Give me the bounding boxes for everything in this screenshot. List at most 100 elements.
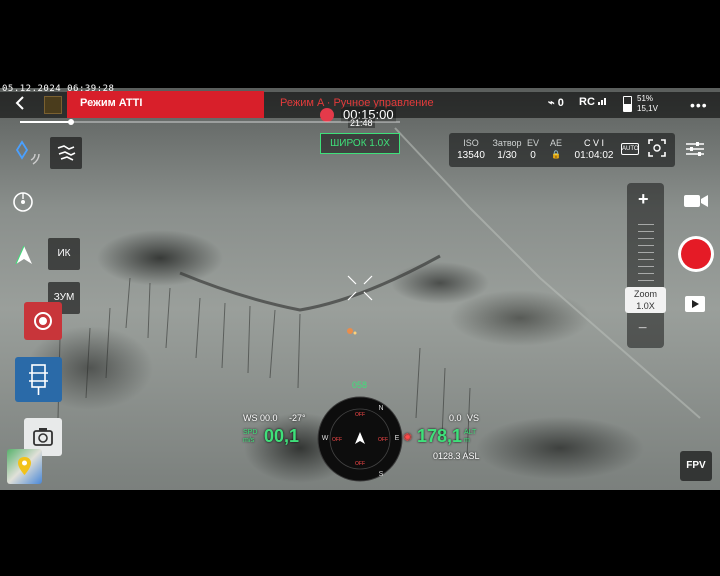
shutter-label: Затвор — [492, 138, 522, 148]
vertical-speed-value: 0.0 — [449, 413, 462, 423]
drone-camera-screen: 05.12.2024 06:39:28 Режим ATTI Режим A ·… — [0, 0, 720, 576]
iso-value: 13540 — [457, 150, 485, 161]
gps-count: 0 — [557, 97, 564, 109]
compass-s-label: S — [379, 471, 384, 478]
sliders-icon — [686, 142, 704, 156]
altitude-value: 178,1 — [417, 426, 463, 446]
zoom-tick — [638, 245, 654, 246]
ae-lock-setting[interactable]: AE 🔒 — [547, 138, 565, 159]
ev-label: EV — [526, 138, 539, 148]
center-crosshair-icon — [347, 275, 373, 301]
auto-mode-icon[interactable]: AUTO — [621, 143, 639, 155]
play-icon — [685, 296, 705, 312]
aircraft-status-chip[interactable] — [44, 96, 62, 114]
map-sync-button[interactable] — [13, 140, 41, 173]
progress-knob[interactable] — [68, 119, 74, 125]
altitude-unit-label: ALT m — [464, 429, 476, 445]
ir-mode-button[interactable]: ИК — [48, 238, 80, 270]
compass-n-label: N — [378, 405, 383, 412]
speed-unit-label: SPD m/s — [243, 429, 257, 445]
horizontal-speed-value: 00,1 — [264, 426, 300, 446]
wind-speed: WS 00.0 — [243, 413, 278, 423]
gimbal-mode-button[interactable] — [50, 137, 82, 169]
zoom-tick — [638, 231, 654, 232]
spd-label: SPD — [243, 429, 258, 436]
altitude-warning-icon: ✺ — [403, 432, 413, 444]
camera-settings-button[interactable] — [684, 140, 706, 163]
iso-label: ISO — [463, 138, 479, 148]
obstacle-off-bottom: OFF — [355, 461, 365, 467]
wind-direction: -27° — [289, 413, 306, 423]
focus-mode-button[interactable] — [647, 138, 667, 163]
record-toggle-button[interactable] — [24, 302, 62, 340]
progress-track — [20, 121, 400, 123]
storage-status[interactable]: C V I 01:04:02 — [569, 138, 619, 161]
iso-setting[interactable]: ISO 13540 — [455, 138, 487, 161]
recording-indicator-icon — [320, 108, 334, 122]
takeoff-land-button[interactable] — [15, 357, 62, 402]
recording-remaining: 21:48 — [348, 118, 375, 128]
ev-value: 0 — [530, 150, 536, 161]
zoom-tick — [638, 224, 654, 225]
map-thumbnail-button[interactable] — [7, 449, 42, 484]
zoom-tick — [638, 266, 654, 267]
zoom-tick — [638, 238, 654, 239]
battery-voltage: 15,1V — [637, 104, 658, 113]
focus-frame-icon — [648, 139, 666, 157]
landing-icon — [29, 364, 48, 395]
video-mode-button[interactable] — [683, 192, 709, 215]
zoom-label: Zoom — [633, 289, 657, 299]
gps-status[interactable]: ⌁ 0 — [548, 96, 564, 109]
storage-label: C V I — [583, 138, 604, 148]
heading-readout: 058 — [352, 380, 368, 390]
zoom-tick — [638, 273, 654, 274]
ev-setting[interactable]: EV 0 — [525, 138, 541, 161]
navigation-arrow-icon — [15, 245, 32, 265]
record-button-icon[interactable] — [681, 239, 711, 269]
compass-w-label: W — [322, 435, 329, 442]
flight-mode-label: Режим ATTI — [80, 97, 143, 109]
zoom-level-indicator[interactable]: Zoom 1.0X — [625, 287, 666, 313]
shutter-value: 1/30 — [497, 150, 517, 161]
zoom-out-button[interactable]: − — [638, 320, 647, 338]
more-menu-button[interactable]: ••• — [690, 97, 708, 113]
zoom-value: 1.0X — [636, 301, 655, 311]
shutter-setting[interactable]: Затвор 1/30 — [491, 138, 523, 161]
obstacle-off-left: OFF — [332, 437, 342, 443]
battery-readout: 51% 15,1V — [637, 94, 658, 114]
zoom-in-button[interactable]: + — [638, 189, 649, 210]
navigation-button[interactable] — [11, 243, 37, 274]
playback-button[interactable] — [684, 295, 706, 318]
battery-icon[interactable] — [623, 96, 632, 112]
camera-settings-panel[interactable]: ISO 13540 Затвор 1/30 EV 0 AE 🔒 C V I 01… — [449, 133, 675, 167]
ae-label: AE — [549, 138, 562, 148]
zoom-tick — [638, 252, 654, 253]
vertical-speed-label: VS — [467, 413, 480, 423]
diamond-signal-icon — [15, 140, 40, 165]
battery-level-fill — [624, 103, 631, 111]
waypoint-button[interactable] — [11, 190, 35, 219]
target-circle-icon — [13, 192, 33, 212]
back-button[interactable] — [14, 95, 30, 113]
obstacle-off-right: OFF — [378, 437, 388, 443]
rc-label: RC — [579, 96, 595, 108]
alt-label: ALT — [464, 429, 477, 436]
spd-unit: m/s — [243, 437, 255, 444]
alt-unit: m — [464, 437, 470, 444]
battery-percent: 51% — [637, 94, 654, 103]
satellite-icon: ⌁ — [548, 97, 555, 109]
rc-signal-status[interactable]: RC — [579, 96, 608, 108]
zoom-tick — [638, 259, 654, 260]
storage-remaining: 01:04:02 — [574, 150, 614, 161]
gimbal-icon — [57, 145, 76, 161]
chevron-left-icon — [15, 96, 24, 110]
record-circle-icon — [34, 312, 52, 330]
fpv-view-button[interactable]: FPV — [680, 451, 712, 481]
map-pin-icon — [18, 457, 31, 475]
signal-bars-icon — [597, 98, 606, 105]
lens-zoom-chip[interactable]: ШИРОК 1.0X — [320, 133, 400, 154]
asl-altitude: 0128.3 ASL — [433, 451, 480, 461]
compass-e-label: E — [395, 435, 400, 442]
progress-fill — [20, 121, 70, 123]
compass-attitude-indicator: N E S W OFF OFF OFF OFF — [317, 396, 403, 482]
